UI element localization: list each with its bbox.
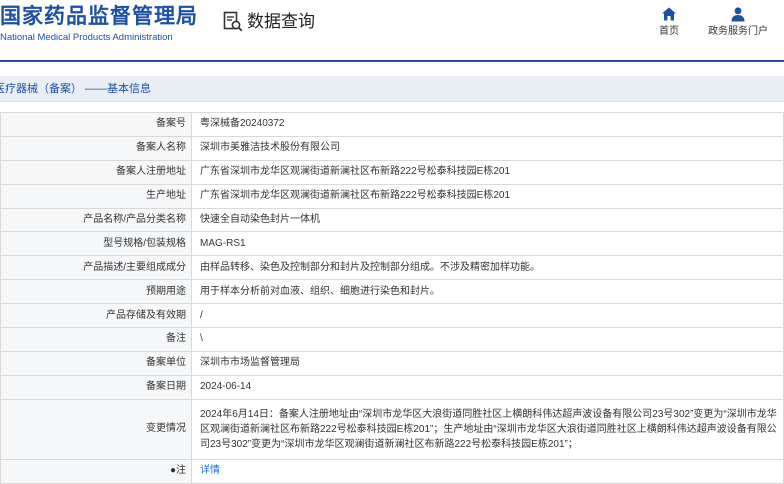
row-label: 备案人名称 (0, 135, 192, 161)
user-icon (731, 7, 745, 22)
row-value: 2024年6月14日：备案人注册地址由“深圳市龙华区大浪街道同胜社区上横朗科伟达… (191, 398, 784, 460)
row-value: 深圳市美雅洁技术股份有限公司 (191, 135, 784, 161)
table-row: 产品存储及有效期 / (0, 303, 784, 329)
nmpa-logo[interactable]: 国家药品监督管理局 National Medical Products Admi… (0, 4, 198, 44)
table-row: 备案日期 2024-06-14 (0, 374, 784, 400)
table-row: 产品名称/产品分类名称 快速全自动染色封片一体机 (0, 207, 784, 233)
table-row: 生产地址 广东省深圳市龙华区观澜街道新澜社区布新路222号松泰科技园E栋201 (0, 183, 784, 209)
row-label: 备案号 (0, 112, 192, 137)
table-row: 备案号 粤深械备20240372 (0, 112, 784, 137)
row-label: 变更情况 (0, 398, 192, 460)
device-info-table: 备案号 粤深械备20240372 备案人名称 深圳市美雅洁技术股份有限公司 备案… (0, 112, 784, 484)
logo-english-name: National Medical Products Administration (0, 32, 173, 43)
document-search-icon (223, 11, 243, 32)
section-title: 医疗器械（备案） ——基本信息 (0, 83, 152, 95)
row-value: 用于样本分析前对血液、组织、细胞进行染色和封片。 (191, 279, 784, 305)
row-value: 粤深械备20240372 (191, 112, 784, 137)
row-value: MAG-RS1 (191, 231, 784, 257)
row-label: 产品存储及有效期 (0, 303, 192, 329)
row-value: 详情 (191, 458, 784, 484)
row-value: / (191, 303, 784, 329)
nav-home[interactable]: 首页 (656, 6, 682, 38)
section-bar: 医疗器械（备案） ——基本信息 (0, 76, 784, 102)
table-row: 预期用途 用于样本分析前对血液、组织、细胞进行染色和封片。 (0, 279, 784, 305)
row-value: 2024-06-14 (191, 374, 784, 400)
table-row: 备案单位 深圳市市场监督管理局 (0, 350, 784, 376)
row-label: 预期用途 (0, 279, 192, 305)
row-label: 型号规格/包装规格 (0, 231, 192, 257)
row-value: 广东省深圳市龙华区观澜街道新澜社区布新路222号松泰科技园E栋201 (191, 159, 784, 185)
row-label: 产品名称/产品分类名称 (0, 207, 192, 233)
site-header: 国家药品监督管理局 National Medical Products Admi… (0, 0, 784, 60)
nav-service-portal-label: 政务服务门户 (708, 26, 768, 37)
data-query-title: 数据查询 (247, 12, 315, 31)
row-label: 备案日期 (0, 374, 192, 400)
row-value: 快速全自动染色封片一体机 (191, 207, 784, 233)
row-label: ●注 (0, 458, 192, 484)
row-value: \ (191, 327, 784, 352)
home-icon (662, 7, 676, 21)
table-row: ●注 详情 (0, 458, 784, 484)
table-row: 备注 \ (0, 327, 784, 352)
header-divider (0, 60, 784, 62)
table-row: 型号规格/包装规格 MAG-RS1 (0, 231, 784, 257)
nav-home-label: 首页 (659, 26, 679, 37)
table-row: 备案人名称 深圳市美雅洁技术股份有限公司 (0, 135, 784, 161)
row-value: 由样品转移、染色及控制部分和封片及控制部分组成。不涉及精密加样功能。 (191, 255, 784, 281)
nav-service-portal[interactable]: 政务服务门户 (707, 6, 769, 38)
row-label: 生产地址 (0, 183, 192, 209)
table-row: 产品描述/主要组成成分 由样品转移、染色及控制部分和封片及控制部分组成。不涉及精… (0, 255, 784, 281)
data-query-heading: 数据查询 (223, 11, 315, 33)
row-label: 备注 (0, 327, 192, 352)
row-label: 产品描述/主要组成成分 (0, 255, 192, 281)
table-row: 备案人注册地址 广东省深圳市龙华区观澜街道新澜社区布新路222号松泰科技园E栋2… (0, 159, 784, 185)
logo-chinese-name: 国家药品监督管理局 (0, 5, 198, 28)
row-value: 深圳市市场监督管理局 (191, 350, 784, 376)
row-label: 备案单位 (0, 350, 192, 376)
details-link[interactable]: 详情 (200, 465, 220, 476)
row-value: 广东省深圳市龙华区观澜街道新澜社区布新路222号松泰科技园E栋201 (191, 183, 784, 209)
table-row: 变更情况 2024年6月14日：备案人注册地址由“深圳市龙华区大浪街道同胜社区上… (0, 398, 784, 460)
row-label: 备案人注册地址 (0, 159, 192, 185)
